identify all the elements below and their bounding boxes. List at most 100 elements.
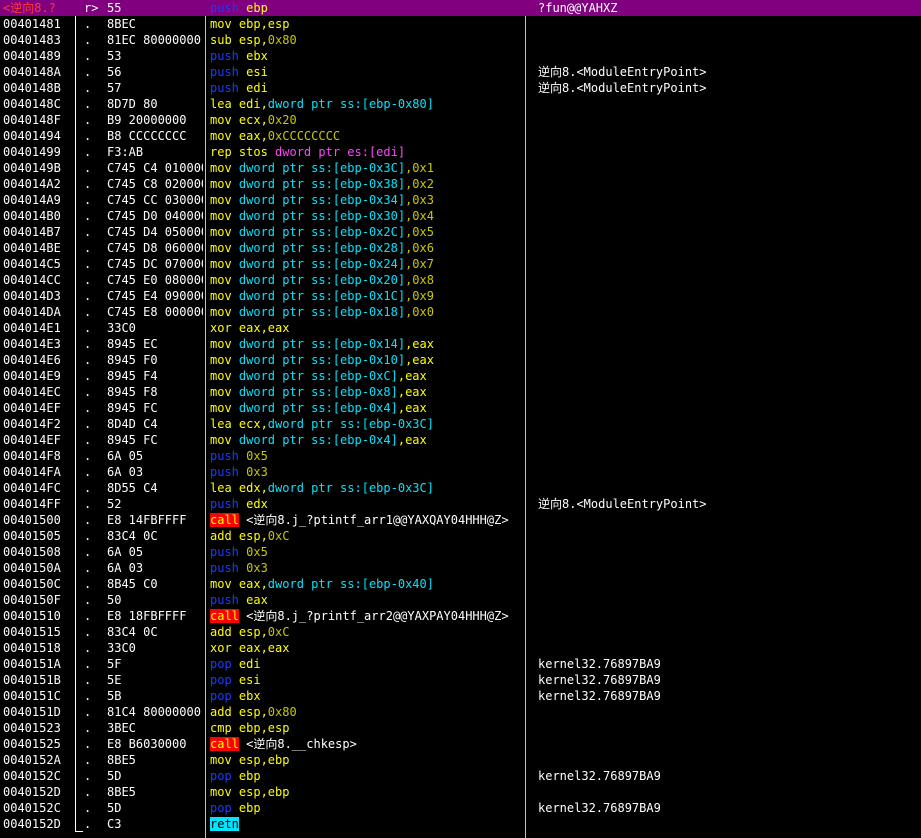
hex-bytes-cell: 6A 03 [107, 561, 144, 575]
disasm-row[interactable]: 004014B0. C745 D0 04000000 mov dword ptr s… [0, 208, 921, 224]
disasm-row[interactable]: 00401508. 6A 05 push 0x5 [0, 544, 921, 560]
instruction-token: dword ptr ss:[ebp-0xC] [238, 369, 398, 383]
address-cell: 00401483 [3, 33, 61, 47]
instruction-token: esi [238, 65, 268, 79]
address-cell: 00401515 [3, 625, 61, 639]
instruction-token: dword ptr ss:[ebp-0x30] [238, 209, 406, 223]
instruction-cell: push 0x3 [210, 464, 526, 480]
disasm-row[interactable]: 00401483. 81EC 80000000 sub esp,0x80 [0, 32, 921, 48]
disasm-row[interactable]: 004014A2. C745 C8 02000000 mov dword ptr s… [0, 176, 921, 192]
instruction-cell: mov dword ptr ss:[ebp-0x3C],0x1 [210, 160, 526, 176]
disasm-row[interactable]: 004014EF. 8945 FC mov dword ptr ss:[ebp-0x… [0, 432, 921, 448]
instruction-token: esi [231, 673, 261, 687]
disasm-row[interactable]: 004014D3. C745 E4 09000000 mov dword ptr s… [0, 288, 921, 304]
disasm-row[interactable]: 004014DA. C745 E8 00000000 mov dword ptr s… [0, 304, 921, 320]
jump-marker: . [84, 449, 92, 463]
disasm-row[interactable]: 00401518. 33C0 xor eax,eax [0, 640, 921, 656]
disasm-row[interactable]: 0040148B. 57 push edi 逆向8.<ModuleEntryPoint… [0, 80, 921, 96]
address-cell: 004014DA [3, 305, 61, 319]
disasm-row[interactable]: 004014E6. 8945 F0 mov dword ptr ss:[ebp-0x… [0, 352, 921, 368]
instruction-token: ,eax [405, 353, 434, 367]
disasm-row[interactable]: 0040150A. 6A 03 push 0x3 [0, 560, 921, 576]
instruction-token: dword ptr ss:[ebp-0x34] [238, 193, 406, 207]
disasm-row[interactable]: 0040150F. 50 push eax [0, 592, 921, 608]
disasm-row[interactable]: 004014FA. 6A 03 push 0x3 [0, 464, 921, 480]
disasm-row[interactable]: 00401525. E8 B6030000 call <逆向8.__chkesp> [0, 736, 921, 752]
instruction-token: ,0x0 [405, 305, 434, 319]
instruction-cell: add esp,0xC [210, 528, 526, 544]
disasm-row[interactable]: 0040151B. 5E pop esi kernel32.76897BA9 [0, 672, 921, 688]
disasm-row[interactable]: 004014FF. 52 push edx 逆向8.<ModuleEntryPoint… [0, 496, 921, 512]
jump-marker: . [84, 513, 92, 527]
hex-bytes-cell: 8D55 C4 [107, 481, 158, 495]
disasm-row[interactable]: 004014EF. 8945 FC mov dword ptr ss:[ebp-0x… [0, 400, 921, 416]
instruction-token: ebx [231, 689, 261, 703]
disasm-row[interactable]: 0040149B. C745 C4 01000000 mov dword ptr s… [0, 160, 921, 176]
instruction-cell: retn [210, 816, 526, 832]
disasm-row[interactable]: 00401481. 8BEC mov ebp,esp [0, 16, 921, 32]
disasm-row[interactable]: 0040148F. B9 20000000 mov ecx,0x20 [0, 112, 921, 128]
address-cell: 004014FF [3, 497, 61, 511]
disasm-row[interactable]: 00401523. 3BEC cmp ebp,esp [0, 720, 921, 736]
instruction-token: dword ptr ss:[ebp-0x38] [238, 177, 406, 191]
instruction-token: mov [210, 369, 239, 383]
instruction-cell: mov dword ptr ss:[ebp-0x20],0x8 [210, 272, 526, 288]
disasm-row[interactable]: 004014B7. C745 D4 05000000 mov dword ptr s… [0, 224, 921, 240]
disasm-row[interactable]: 00401500. E8 14FBFFFF call <逆向8.j_?ptintf_… [0, 512, 921, 528]
instruction-token: ,eax [397, 369, 427, 383]
disasm-row[interactable]: 00401505. 83C4 0C add esp,0xC [0, 528, 921, 544]
disasm-row[interactable]: 004014E9. 8945 F4 mov dword ptr ss:[ebp-0x… [0, 368, 921, 384]
address-cell: 00401500 [3, 513, 61, 527]
instruction-cell: mov eax,dword ptr ss:[ebp-0x40] [210, 576, 526, 592]
disasm-row[interactable]: 004014FC. 8D55 C4 lea edx,dword ptr ss:[eb… [0, 480, 921, 496]
instruction-cell: push esi [210, 64, 526, 80]
instruction-cell: xor eax,eax [210, 640, 526, 656]
instruction-token: push [210, 497, 239, 511]
disasm-row[interactable]: 004014F2. 8D4D C4 lea ecx,dword ptr ss:[eb… [0, 416, 921, 432]
disasm-row[interactable]: <逆向8.? r> 55 push ebp ?fun@@YAHXZ [0, 0, 921, 16]
disassembly-view[interactable]: <逆向8.? r> 55 push ebp ?fun@@YAHXZ 00401481. 8B… [0, 0, 921, 838]
disasm-row[interactable]: 004014BE. C745 D8 06000000 mov dword ptr s… [0, 240, 921, 256]
jump-marker: . [84, 433, 92, 447]
address-cell: 004014FA [3, 465, 61, 479]
disasm-row[interactable]: 00401510. E8 18FBFFFF call <逆向8.j_?printf_… [0, 608, 921, 624]
instruction-token: lea edi, [210, 97, 268, 111]
disasm-row[interactable]: 0040152C. 5D pop ebp kernel32.76897BA9 [0, 768, 921, 784]
disasm-row[interactable]: 004014E1. 33C0 xor eax,eax [0, 320, 921, 336]
disasm-row[interactable]: 0040151C. 5B pop ebx kernel32.76897BA9 [0, 688, 921, 704]
instruction-token: dword ptr ss:[ebp-0x28] [238, 241, 406, 255]
disasm-row[interactable]: 00401499. F3:AB rep stos dword ptr es:[edi… [0, 144, 921, 160]
disasm-row[interactable]: 0040152A. 8BE5 mov esp,ebp [0, 752, 921, 768]
instruction-token: dword ptr ss:[ebp-0x10] [238, 353, 406, 367]
jump-marker: . [84, 705, 92, 719]
disasm-row[interactable]: 004014F8. 6A 05 push 0x5 [0, 448, 921, 464]
address-cell: 00401505 [3, 529, 61, 543]
disasm-row[interactable]: 004014A9. C745 CC 03000000 mov dword ptr s… [0, 192, 921, 208]
disasm-row[interactable]: 0040152D. 8BE5 mov esp,ebp [0, 784, 921, 800]
disasm-row[interactable]: 0040148C. 8D7D 80 lea edi,dword ptr ss:[eb… [0, 96, 921, 112]
disasm-row[interactable]: 0040151D. 81C4 80000000 add esp,0x80 [0, 704, 921, 720]
instruction-token: 0x5 [238, 449, 268, 463]
instruction-cell: mov dword ptr ss:[ebp-0x24],0x7 [210, 256, 526, 272]
instruction-token: push [210, 561, 239, 575]
disasm-row[interactable]: 004014C5. C745 DC 07000000 mov dword ptr s… [0, 256, 921, 272]
disasm-row[interactable]: 004014E3. 8945 EC mov dword ptr ss:[ebp-0x… [0, 336, 921, 352]
disasm-row[interactable]: 00401494. B8 CCCCCCCC mov eax,0xCCCCCCCC [0, 128, 921, 144]
disasm-row[interactable]: 0040152C. 5D pop ebp kernel32.76897BA9 [0, 800, 921, 816]
disasm-row[interactable]: 0040152D. C3 retn [0, 816, 921, 832]
instruction-cell: pop ebp [210, 800, 526, 816]
hex-bytes-cell: 8B45 C0 [107, 577, 158, 591]
hex-bytes-cell: 83C4 0C [107, 625, 158, 639]
disasm-row[interactable]: 0040148A. 56 push esi 逆向8.<ModuleEntryPoint… [0, 64, 921, 80]
disasm-row[interactable]: 004014CC. C745 E0 08000000 mov dword ptr s… [0, 272, 921, 288]
disasm-row[interactable]: 00401489. 53 push ebx [0, 48, 921, 64]
disasm-row[interactable]: 004014EC. 8945 F8 mov dword ptr ss:[ebp-0x… [0, 384, 921, 400]
jump-marker: . [84, 17, 92, 31]
jump-marker: . [84, 689, 92, 703]
disasm-row[interactable]: 0040150C. 8B45 C0 mov eax,dword ptr ss:[eb… [0, 576, 921, 592]
instruction-token: dword ptr ss:[ebp-0x40] [267, 577, 434, 591]
disasm-row[interactable]: 0040151A. 5F pop edi kernel32.76897BA9 [0, 656, 921, 672]
disasm-row[interactable]: 00401515. 83C4 0C add esp,0xC [0, 624, 921, 640]
instruction-token: pop [210, 657, 232, 671]
instruction-token: ,0x8 [405, 273, 434, 287]
